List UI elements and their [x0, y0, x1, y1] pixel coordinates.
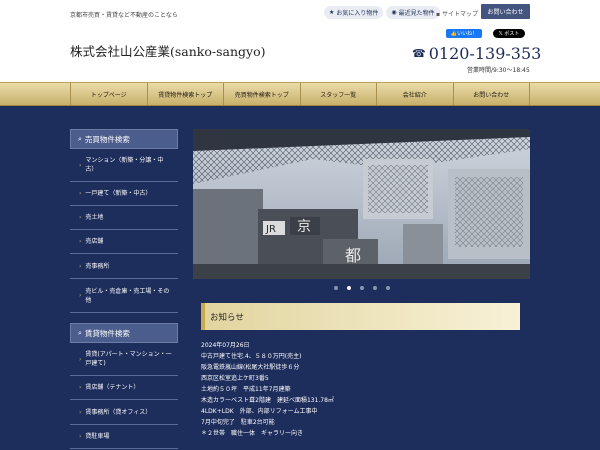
site-header: 京都市売買・賃貸など不動産のことなら ★ お気に入り物件 ◉ 最近見た物件 ▪ サイ…	[0, 0, 600, 82]
news-line: 西京区松室追上ケ町3番5	[201, 375, 269, 382]
nav-rent-search[interactable]: 賃貸物件検索トップ	[146, 83, 224, 105]
sidebar-item-house[interactable]: › 一戸建て（新築・中古）	[70, 182, 178, 206]
facebook-like-button[interactable]: 👍 いいね！	[446, 29, 482, 38]
nav-staff[interactable]: スタッフ一覧	[299, 83, 377, 105]
x-logo-icon: 𝕏	[498, 30, 503, 37]
rent-search-list: › 賃貸(アパート・マンション・一戸建て) › 賃店舗（テナント） › 賃事務所（貸オ…	[70, 343, 178, 449]
chevron-right-icon: ›	[79, 433, 82, 440]
sidebar-item-land[interactable]: › 売土地	[70, 206, 178, 230]
news-line: 4LDK+LDK 外部、内部リフォーム工事中	[201, 408, 318, 415]
site-tagline: 京都市売買・賃貸など不動産のことなら	[70, 12, 178, 19]
sidebar-item-rent-residence[interactable]: › 賃貸(アパート・マンション・一戸建て)	[70, 343, 178, 376]
company-name: 株式会社山公産業(sanko-sangyo)	[70, 44, 266, 59]
chevron-right-icon: ›	[79, 262, 82, 270]
chevron-right-icon: ›	[79, 355, 82, 363]
phone-number[interactable]: ☎ 0120-139-353	[412, 44, 541, 63]
sidebar-item-parking[interactable]: › 貸駐車場	[70, 425, 178, 449]
sidebar-item-other[interactable]: › 売ビル・売倉庫・売工場・その他	[70, 279, 178, 313]
news-body: 2024年07月26日 中古戸建て住宅.4、５８０万円(売主) 阪急電鉄嵐山線(…	[201, 340, 520, 439]
slider-dot-active[interactable]	[346, 286, 351, 290]
news-line: 7月中旬完了 駐車2台可能	[201, 419, 275, 426]
sitemap-link[interactable]: ▪ サイトマップ	[436, 9, 478, 18]
svg-text:JR: JR	[265, 224, 276, 235]
sidebar-item-office[interactable]: › 売事務所	[70, 254, 178, 279]
sidebar-item-shop[interactable]: › 売店舗	[70, 230, 178, 254]
sidebar-item-rent-shop[interactable]: › 賃店舗（テナント）	[70, 376, 178, 400]
x-post-button[interactable]: 𝕏 ポスト	[493, 29, 525, 38]
search-icon: ⌕	[78, 328, 82, 337]
sidebar-item-mansion[interactable]: › マンション（新築・分譲・中古）	[70, 149, 178, 182]
eye-icon: ◉	[391, 9, 397, 16]
chevron-right-icon: ›	[79, 292, 82, 299]
hero-slider-image[interactable]: JR 都 京	[193, 129, 530, 279]
slider-dot[interactable]	[372, 286, 377, 290]
slider-dot[interactable]	[359, 286, 364, 290]
news-line: 土地約５０坪 平成11年7月建築	[201, 386, 291, 393]
search-icon: ⌕	[78, 134, 82, 143]
sale-search-list: › マンション（新築・分譲・中古） › 一戸建て（新築・中古） › 売土地 › 売店舗 …	[70, 149, 178, 313]
news-date: 2024年07月26日	[201, 342, 250, 349]
chevron-right-icon: ›	[79, 408, 82, 416]
chevron-right-icon: ›	[79, 214, 82, 221]
news-heading: お知らせ	[201, 303, 520, 330]
news-line: ＊２世帯 職住一体 ギャラリー向き	[201, 430, 304, 437]
chevron-right-icon: ›	[79, 190, 82, 197]
news-line: 木造カラーベスト葺2階建 建延べ面積131.78㎡	[201, 397, 334, 404]
favorites-link[interactable]: ★ お気に入り物件	[324, 6, 384, 19]
news-line: 中古戸建て住宅.4、５８０万円(売主)	[201, 353, 302, 360]
nav-company[interactable]: 会社紹介	[376, 83, 453, 105]
station-sign-text: 都	[345, 246, 361, 265]
header-links: ★ お気に入り物件 ◉ 最近見た物件	[324, 6, 440, 20]
news-line: 阪急電鉄嵐山線(松尾大社駅徒歩６分	[201, 364, 300, 371]
business-hours: 営業時間/9:30～18:45	[467, 67, 530, 74]
slider-dot[interactable]	[385, 286, 390, 290]
phone-icon: ☎	[412, 47, 426, 60]
global-nav: トップページ 賃貸物件検索トップ 売買物件検索トップ スタッフ一覧 会社紹介 お…	[0, 82, 600, 106]
slider-dot[interactable]	[333, 286, 338, 290]
svg-text:京: 京	[297, 219, 311, 235]
sidebar-item-rent-office[interactable]: › 賃事務所（貸オフィス）	[70, 400, 178, 425]
slider-dots	[193, 286, 530, 290]
chevron-right-icon: ›	[79, 238, 82, 245]
star-icon: ★	[329, 9, 335, 16]
contact-button[interactable]: お問い合わせ	[481, 4, 530, 19]
chevron-right-icon: ›	[79, 161, 82, 169]
rent-search-heading: ⌕ 賃貸物件検索	[70, 323, 178, 343]
kyoto-station-photo: JR 都 京	[193, 129, 530, 279]
nav-sale-search[interactable]: 売買物件検索トップ	[223, 83, 300, 105]
recent-link[interactable]: ◉ 最近見た物件	[386, 6, 440, 19]
nav-top[interactable]: トップページ	[70, 83, 147, 105]
nav-contact[interactable]: お問い合わせ	[452, 83, 530, 105]
sale-search-heading: ⌕ 売買物件検索	[70, 129, 178, 149]
chevron-right-icon: ›	[79, 384, 82, 391]
